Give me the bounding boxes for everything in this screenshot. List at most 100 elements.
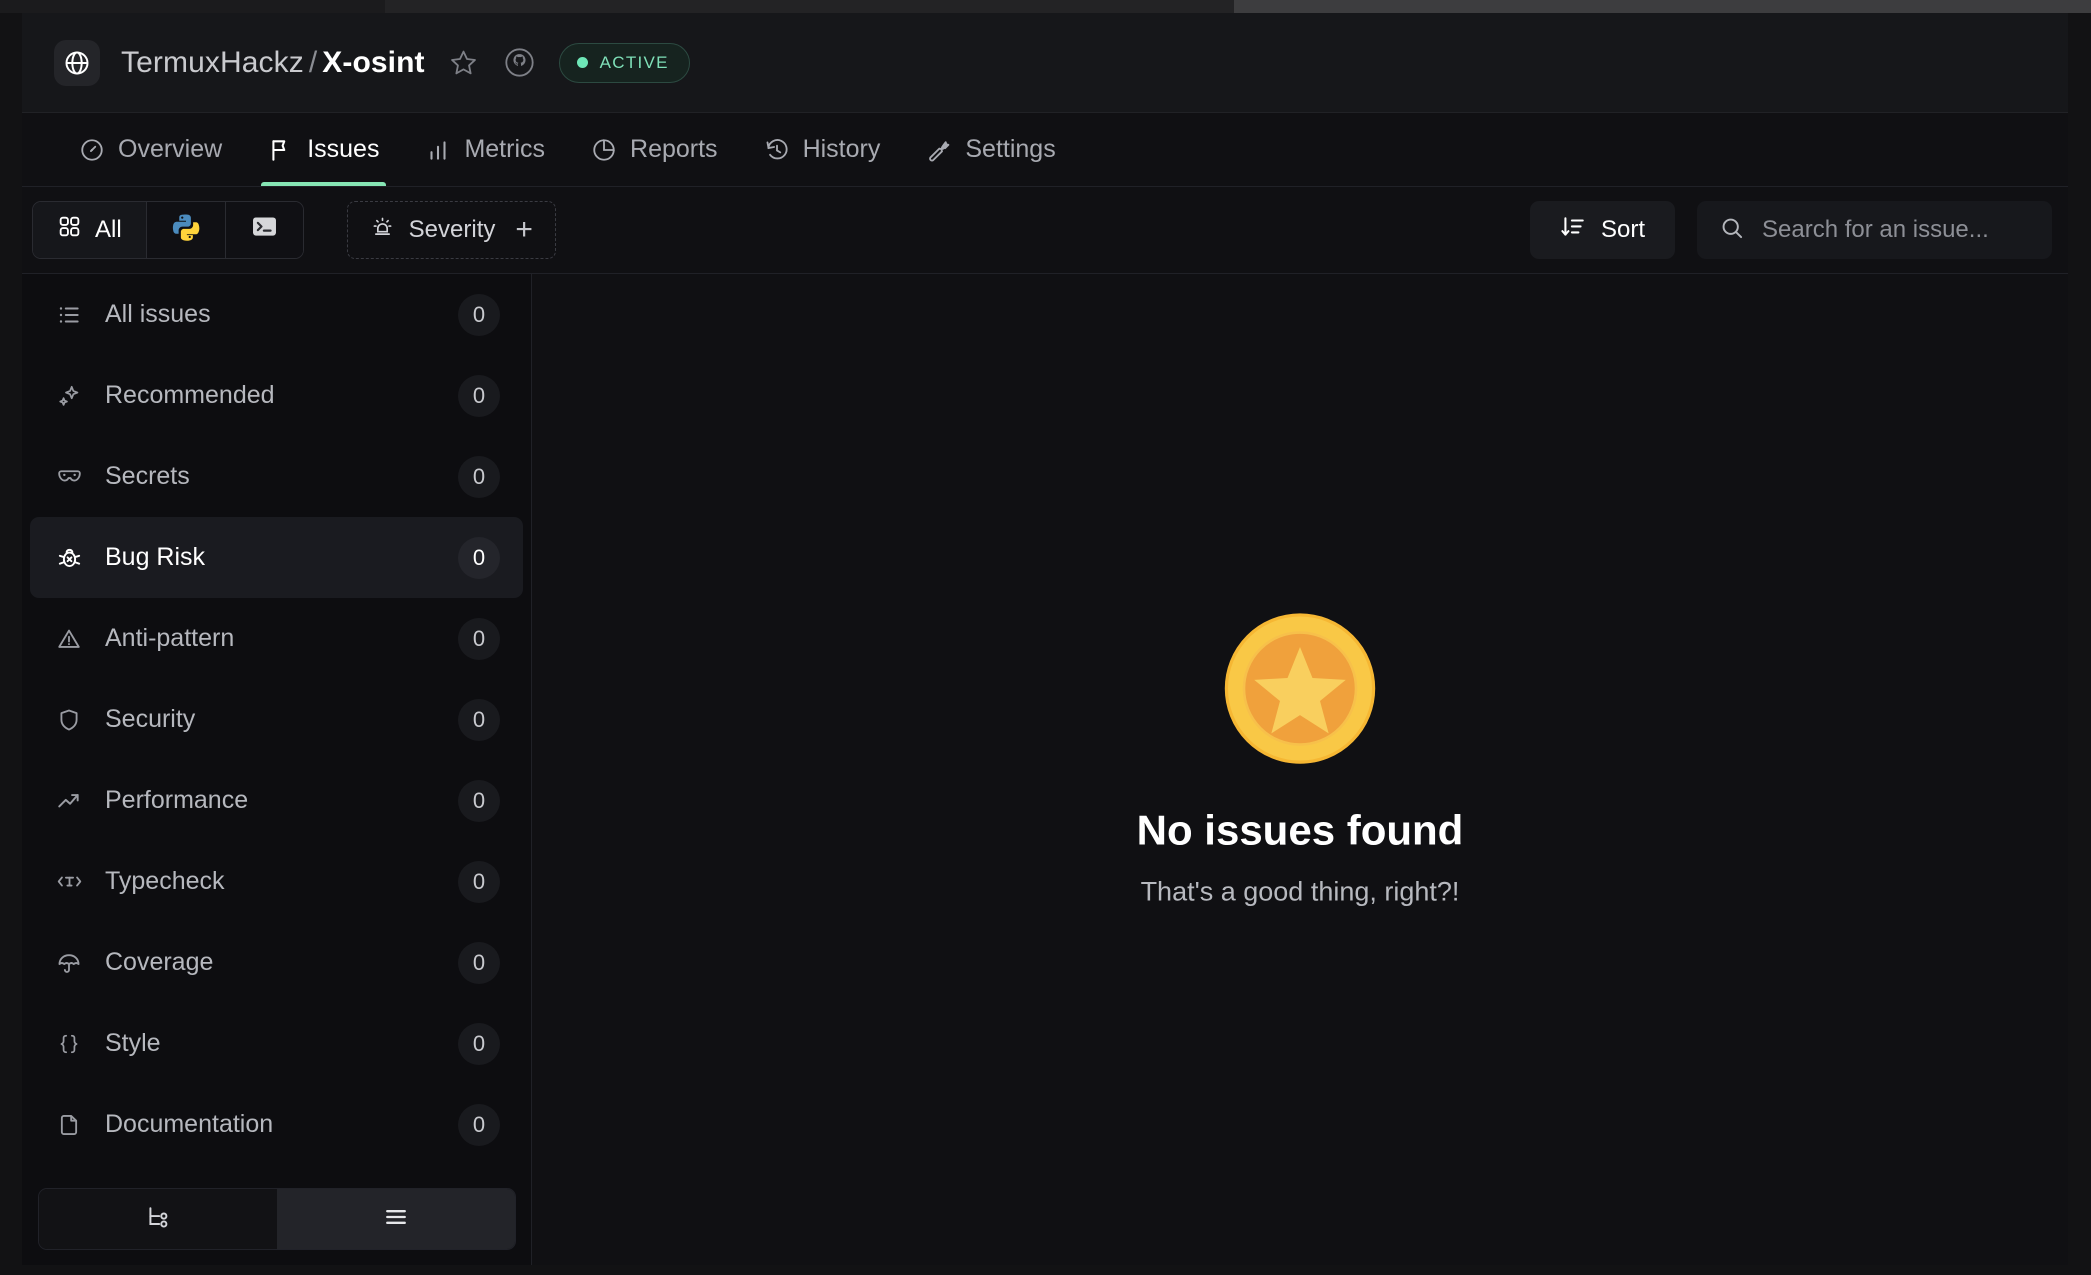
- sidebar-item-count: 0: [458, 1104, 500, 1146]
- empty-state-subtitle: That's a good thing, right?!: [1141, 876, 1460, 907]
- repo-breadcrumb[interactable]: TermuxHackz/X-osint: [121, 46, 425, 80]
- mask-icon: [52, 463, 86, 490]
- history-clock-icon: [764, 137, 790, 163]
- issue-list-content: No issues found That's a good thing, rig…: [532, 274, 2068, 1265]
- sidebar-item-label: Performance: [105, 786, 248, 815]
- sidebar-footer: [22, 1173, 531, 1265]
- tab-label: History: [803, 135, 881, 164]
- empty-state: No issues found That's a good thing, rig…: [532, 608, 2068, 907]
- empty-state-title: No issues found: [1137, 806, 1464, 854]
- filter-all-button[interactable]: All: [33, 202, 147, 258]
- list-view-icon: [382, 1203, 410, 1236]
- sidebar-item-performance[interactable]: Performance 0: [30, 760, 523, 841]
- shield-icon: [52, 707, 86, 733]
- search-icon: [1719, 215, 1745, 246]
- sidebar-item-count: 0: [458, 1023, 500, 1065]
- sidebar-item-label: Recommended: [105, 381, 275, 410]
- sort-descending-icon: [1560, 214, 1586, 247]
- sidebar-item-count: 0: [458, 780, 500, 822]
- sidebar-item-label: Typecheck: [105, 867, 225, 896]
- list-view-toggle-button[interactable]: [277, 1189, 515, 1249]
- tab-metrics[interactable]: Metrics: [402, 113, 568, 186]
- tab-label: Metrics: [464, 135, 545, 164]
- sidebar-item-label: Coverage: [105, 948, 213, 977]
- sidebar-item-coverage[interactable]: Coverage 0: [30, 922, 523, 1003]
- browser-chrome-strip: [0, 0, 2091, 13]
- tab-label: Settings: [965, 135, 1055, 164]
- tab-history[interactable]: History: [741, 113, 904, 186]
- sidebar-item-label: Secrets: [105, 462, 190, 491]
- gauge-icon: [79, 137, 105, 163]
- sidebar-item-recommended[interactable]: Recommended 0: [30, 355, 523, 436]
- issue-category-sidebar: All issues 0 Recommended 0: [22, 274, 532, 1265]
- chrome-segment-left: [0, 0, 385, 13]
- filter-python-button[interactable]: [147, 202, 226, 258]
- chrome-segment-right: [1234, 0, 2091, 13]
- sparkles-icon: [52, 383, 86, 409]
- bar-chart-icon: [425, 137, 451, 163]
- sidebar-item-typecheck[interactable]: Typecheck 0: [30, 841, 523, 922]
- filter-shell-button[interactable]: [226, 202, 303, 258]
- sort-button[interactable]: Sort: [1530, 201, 1675, 259]
- app-window: TermuxHackz/X-osint ACTIVE Overv: [22, 13, 2068, 1265]
- type-brackets-icon: [52, 868, 86, 895]
- sidebar-item-label: Documentation: [105, 1110, 273, 1139]
- sidebar-item-label: Anti-pattern: [105, 624, 234, 653]
- search-input[interactable]: Search for an issue...: [1697, 201, 2052, 259]
- window-right-edge: [2068, 13, 2091, 1275]
- tab-reports[interactable]: Reports: [568, 113, 741, 186]
- siren-icon: [370, 214, 395, 246]
- tab-label: Issues: [307, 135, 379, 164]
- severity-filter-chip[interactable]: Severity +: [347, 201, 556, 259]
- window-left-edge: [0, 13, 22, 1275]
- sidebar-item-count: 0: [458, 699, 500, 741]
- sidebar-item-style[interactable]: Style 0: [30, 1003, 523, 1084]
- github-icon[interactable]: [503, 46, 537, 80]
- tree-view-toggle-button[interactable]: [39, 1189, 277, 1249]
- sidebar-item-count: 0: [458, 375, 500, 417]
- tab-label: Reports: [630, 135, 718, 164]
- repo-owner: TermuxHackz: [121, 46, 304, 79]
- trending-up-icon: [52, 788, 86, 814]
- sidebar-item-anti-pattern[interactable]: Anti-pattern 0: [30, 598, 523, 679]
- tab-label: Overview: [118, 135, 222, 164]
- severity-label: Severity: [409, 216, 496, 244]
- curly-braces-icon: [52, 1031, 86, 1057]
- add-filter-plus-icon[interactable]: +: [515, 215, 533, 245]
- sidebar-item-label: Style: [105, 1029, 161, 1058]
- gold-coin-star-icon: [1220, 608, 1380, 768]
- flag-icon: [268, 137, 294, 163]
- repo-header: TermuxHackz/X-osint ACTIVE: [22, 13, 2068, 113]
- tab-settings[interactable]: Settings: [903, 113, 1078, 186]
- wrench-icon: [926, 137, 952, 163]
- sort-label: Sort: [1601, 216, 1645, 244]
- sidebar-item-bug-risk[interactable]: Bug Risk 0: [30, 517, 523, 598]
- tree-view-icon: [144, 1203, 172, 1236]
- sidebar-item-label: All issues: [105, 300, 211, 329]
- sidebar-item-count: 0: [458, 942, 500, 984]
- star-icon[interactable]: [447, 46, 481, 80]
- main-tab-nav: Overview Issues Metrics: [22, 113, 2068, 187]
- toolbar-right-group: Sort Search for an issue...: [1530, 201, 2052, 259]
- sidebar-item-secrets[interactable]: Secrets 0: [30, 436, 523, 517]
- tab-issues[interactable]: Issues: [245, 113, 402, 186]
- sidebar-item-label: Security: [105, 705, 195, 734]
- document-icon: [52, 1112, 86, 1138]
- breadcrumb-separator: /: [309, 46, 317, 79]
- sidebar-item-all-issues[interactable]: All issues 0: [30, 274, 523, 355]
- search-placeholder: Search for an issue...: [1762, 216, 1989, 244]
- sidebar-item-count: 0: [458, 294, 500, 336]
- status-badge: ACTIVE: [559, 43, 690, 83]
- view-mode-toggle: [38, 1188, 516, 1250]
- grid-squares-icon: [57, 214, 82, 246]
- sidebar-item-count: 0: [458, 456, 500, 498]
- tab-overview[interactable]: Overview: [56, 113, 245, 186]
- page-body: All issues 0 Recommended 0: [22, 274, 2068, 1265]
- sidebar-item-documentation[interactable]: Documentation 0: [30, 1084, 523, 1165]
- umbrella-icon: [52, 950, 86, 976]
- globe-icon: [54, 40, 100, 86]
- sidebar-item-security[interactable]: Security 0: [30, 679, 523, 760]
- sidebar-item-label: Bug Risk: [105, 543, 205, 572]
- warning-triangle-icon: [52, 626, 86, 652]
- repo-name: X-osint: [322, 46, 424, 79]
